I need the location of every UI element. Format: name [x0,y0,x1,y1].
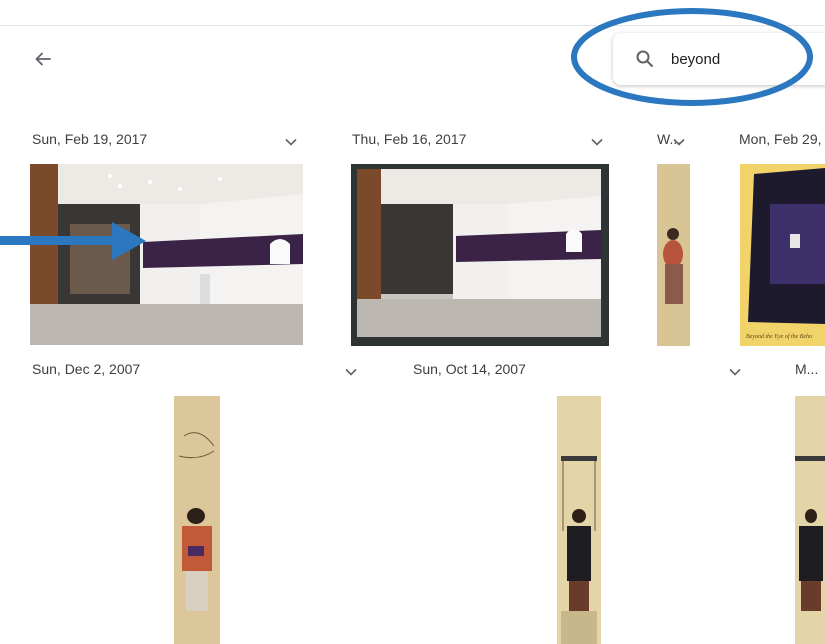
scroll-painting[interactable] [174,396,220,644]
search-input[interactable] [671,47,821,71]
top-divider [0,25,825,26]
date-label: Thu, Feb 16, 2017 [352,131,467,147]
poster-caption: Beyond the Eye of the Beho [746,333,812,340]
chevron-down-icon[interactable] [284,135,298,149]
search-box[interactable] [613,33,825,85]
date-label: Sun, Dec 2, 2007 [32,361,141,377]
date-label: Mon, Feb 29, [739,131,822,147]
chevron-down-icon[interactable] [672,135,686,149]
chevron-down-icon[interactable] [590,135,604,149]
exhibit-poster[interactable]: Beyond the Eye of the Beho [740,164,825,346]
date-label: M... [795,361,819,377]
back-button[interactable] [28,44,58,74]
date-label: Sun, Oct 14, 2007 [413,361,526,377]
search-icon[interactable] [635,49,655,69]
chevron-down-icon[interactable] [344,365,358,379]
date-label: Sun, Feb 19, 2017 [32,131,148,147]
scroll-painting[interactable] [795,396,825,644]
arrow-left-icon [35,52,51,66]
scroll-painting[interactable] [657,164,690,346]
gallery-photo[interactable] [351,164,609,346]
gallery-photo[interactable] [30,164,303,345]
scroll-painting[interactable] [557,396,601,644]
chevron-down-icon[interactable] [728,365,742,379]
